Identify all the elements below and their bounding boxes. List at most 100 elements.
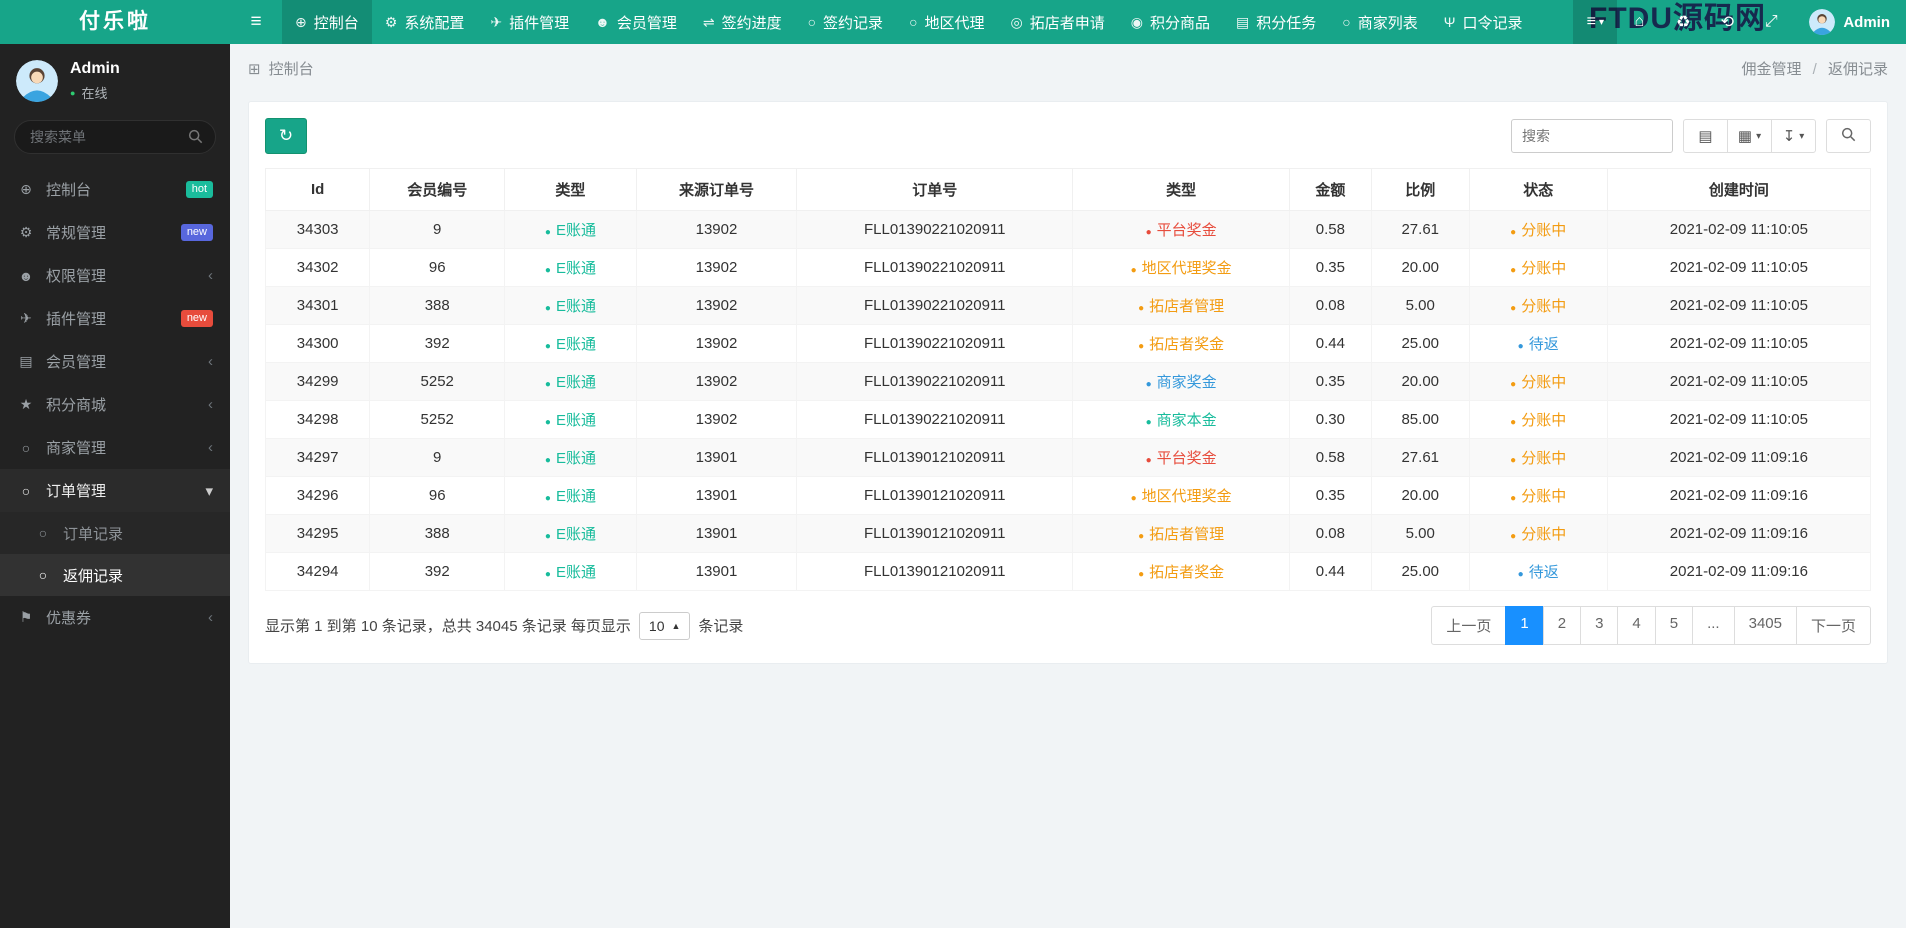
sidebar-item-4[interactable]: ▤ 会员管理 ‹ — [0, 340, 230, 383]
cell-order-no: FLL01390221020911 — [796, 324, 1074, 363]
topnav-item-10[interactable]: ○ 商家列表 — [1329, 0, 1430, 44]
col-member-no[interactable]: 会员编号 — [369, 168, 506, 211]
breadcrumb-trail: 佣金管理 / 返佣记录 — [1741, 58, 1888, 79]
submenu-item-1[interactable]: ○ 返佣记录 — [0, 554, 230, 596]
clear-cache-button[interactable]: ⟲ — [1705, 0, 1749, 44]
dot-icon: ● — [1145, 227, 1152, 238]
home-button[interactable]: ⌂ — [1617, 0, 1661, 44]
topnav-item-0[interactable]: ⊕ 控制台 — [282, 0, 372, 44]
cell-id: 34303 — [264, 210, 371, 249]
dot-icon: ● — [1138, 569, 1145, 580]
cell-order-no: FLL01390121020911 — [796, 476, 1074, 515]
sidebar-item-7[interactable]: ○ 订单管理 ▾ — [0, 469, 230, 512]
cell-amount: 0.08 — [1288, 286, 1372, 325]
topnav-item-7[interactable]: ◎ 拓店者申请 — [998, 0, 1118, 44]
menu-dropdown-icon: ≡ — [1586, 13, 1596, 30]
topnav-item-label: 签约进度 — [721, 14, 782, 32]
col-amount[interactable]: 金额 — [1288, 168, 1372, 211]
cell-order-no: FLL01390121020911 — [796, 552, 1074, 591]
menu-dropdown-button[interactable]: ≡ ▾ — [1573, 0, 1618, 44]
cell-bonus-type: ● 平台奖金 — [1072, 210, 1290, 249]
col-id[interactable]: Id — [264, 168, 371, 211]
topnav-item-4[interactable]: ⇌ 签约进度 — [690, 0, 795, 44]
table-search-input[interactable] — [1511, 119, 1673, 153]
col-order-no[interactable]: 订单号 — [796, 168, 1074, 211]
topnav-item-9[interactable]: ▤ 积分任务 — [1223, 0, 1329, 44]
dot-icon: ● — [544, 417, 551, 428]
col-source-order[interactable]: 来源订单号 — [635, 168, 798, 211]
page-item-5[interactable]: 5 — [1654, 606, 1694, 645]
col-ratio[interactable]: 比例 — [1370, 168, 1470, 211]
dot-icon: ● — [1138, 303, 1145, 314]
sidebar-item-5[interactable]: ★ 积分商城 ‹ — [0, 383, 230, 426]
sidebar-toggle-button[interactable]: ≡ — [230, 0, 282, 44]
chevron-left-icon: ‹ — [208, 396, 213, 413]
page-item-3[interactable]: 3 — [1580, 606, 1619, 645]
submenu-item-0[interactable]: ○ 订单记录 — [0, 512, 230, 554]
circle-icon: ○ — [38, 525, 48, 541]
columns-button[interactable]: ▦ ▾ — [1727, 119, 1772, 153]
cell-created-at: 2021-02-09 11:09:16 — [1606, 552, 1872, 591]
topnav-item-11[interactable]: Ψ 口令记录 — [1431, 0, 1536, 44]
sidebar-item-3[interactable]: ✈ 插件管理 new — [0, 297, 230, 340]
sidebar-item-label: 控制台 — [46, 182, 92, 199]
chevron-left-icon: ‹ — [208, 267, 213, 284]
topnav-item-3[interactable]: ☻ 会员管理 — [582, 0, 690, 44]
topnav-item-8[interactable]: ◉ 积分商品 — [1118, 0, 1223, 44]
page-item-4[interactable]: 4 — [1617, 606, 1656, 645]
sidebar-item-6[interactable]: ○ 商家管理 ‹ — [0, 426, 230, 469]
sidebar-item-0[interactable]: ⊕ 控制台 hot — [0, 168, 230, 211]
topnav-item-1[interactable]: ⚙ 系统配置 — [372, 0, 478, 44]
sidebar-item-2[interactable]: ☻ 权限管理 ‹ — [0, 254, 230, 297]
status-label: ● 分账中 — [1510, 298, 1567, 315]
col-created-at[interactable]: 创建时间 — [1606, 168, 1872, 211]
caret-down-icon: ▾ — [1598, 16, 1605, 28]
cell-ratio: 20.00 — [1370, 248, 1470, 287]
sidebar-item-1[interactable]: ⚙ 常规管理 new — [0, 211, 230, 254]
page-item-next[interactable]: 下一页 — [1795, 606, 1871, 645]
status-label: ● 拓店者管理 — [1138, 298, 1225, 315]
search-button[interactable] — [1826, 119, 1871, 153]
table-row: 34301 388 ● E账通 13902 FLL01390221020911 ● 拓店者管理… — [264, 286, 1872, 325]
cell-source-order: 13902 — [635, 362, 798, 401]
menu-search — [14, 120, 216, 154]
status-label: ● E账通 — [544, 374, 596, 391]
page-item-ellipsis[interactable]: ... — [1692, 606, 1735, 645]
cell-bonus-type: ● 拓店者奖金 — [1072, 552, 1290, 591]
cell-id: 34300 — [264, 324, 371, 363]
topnav-item-2[interactable]: ✈ 插件管理 — [477, 0, 582, 44]
sidebar-item-label: 权限管理 — [46, 268, 107, 285]
dot-icon: ● — [544, 569, 551, 580]
cell-source-order: 13901 — [635, 438, 798, 477]
dot-icon: ● — [1510, 493, 1517, 504]
col-status[interactable]: 状态 — [1468, 168, 1608, 211]
refresh-button[interactable]: ↻ — [265, 118, 307, 154]
table-row: 34297 9 ● E账通 13901 FLL01390121020911 ● 平台奖金 0.5… — [264, 438, 1872, 477]
trash-button[interactable]: ♻ — [1661, 0, 1705, 44]
table-card: ↻ ▤▦▾↧▾ — [248, 101, 1888, 664]
menu-search-input[interactable] — [14, 120, 216, 154]
user-name: Admin — [70, 60, 120, 77]
sidebar-item-8[interactable]: ⚑ 优惠券 ‹ — [0, 596, 230, 639]
region-agent-icon: ○ — [909, 14, 918, 30]
status-label: ● 商家奖金 — [1145, 374, 1217, 391]
topnav-item-5[interactable]: ○ 签约记录 — [795, 0, 896, 44]
cell-ratio: 5.00 — [1370, 514, 1470, 553]
topnav-item-6[interactable]: ○ 地区代理 — [896, 0, 997, 44]
per-page-select[interactable]: 10 ▲ — [638, 611, 691, 640]
col-bonus-type[interactable]: 类型 — [1072, 168, 1290, 211]
page-item-2[interactable]: 2 — [1542, 606, 1582, 645]
page-item-3405[interactable]: 3405 — [1733, 606, 1797, 645]
brand-logo[interactable]: 付乐啦 — [0, 0, 230, 44]
cell-bonus-type: ● 拓店者管理 — [1072, 514, 1290, 553]
fullscreen-button[interactable]: ⤢ — [1749, 0, 1793, 44]
col-wallet-type[interactable]: 类型 — [504, 168, 637, 211]
admin-dropdown[interactable]: Admin — [1793, 0, 1906, 44]
breadcrumb: ⊞ 控制台 — [248, 58, 314, 79]
cell-bonus-type: ● 商家本金 — [1072, 400, 1290, 439]
page-item-prev[interactable]: 上一页 — [1431, 606, 1507, 645]
export-button[interactable]: ↧ ▾ — [1771, 119, 1816, 153]
card-view-button[interactable]: ▤ — [1683, 119, 1728, 153]
pagination: 上一页 1 2 3 4 5... 3405 下一页 — [1431, 606, 1871, 645]
page-item-1[interactable]: 1 — [1505, 606, 1544, 645]
